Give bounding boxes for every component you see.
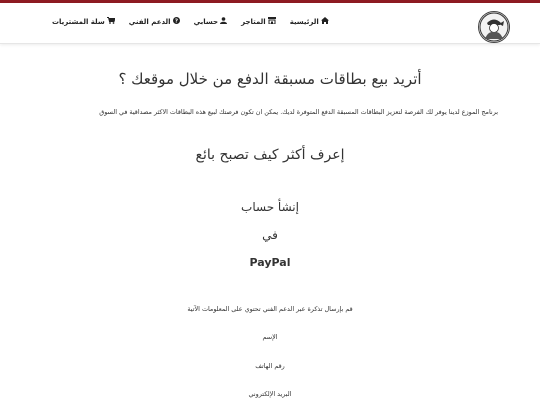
site-logo[interactable] [478,11,510,43]
main-nav: الرئيسية المتاجر حسابي ? الدعم الفني سلة… [38,17,329,26]
svg-text:?: ? [174,19,177,24]
user-icon [220,17,228,26]
field-phone: رقم الهاتف [255,362,285,370]
page-heading: أتريد بيع بطاقات مسبقة الدفع من خلال موق… [118,70,422,88]
nav-cart-label: سلة المشتريات [52,17,105,26]
store-icon [267,17,276,26]
in-text: في [262,228,278,242]
field-email: البريد الإلكتروني [248,390,292,398]
logo-icon [479,12,509,42]
nav-support-label: الدعم الفني [128,17,171,26]
navbar: الرئيسية المتاجر حسابي ? الدعم الفني سلة… [0,3,540,44]
nav-support[interactable]: ? الدعم الفني [129,17,180,26]
intro-text: برنامج الموزع لدينا يوفر لك الفرصة لتعزي… [99,108,498,116]
field-name: الإسم [262,333,278,341]
ticket-instructions: قم بإرسال تذكرة عبر الدعم الفني تحتوي عل… [187,305,353,313]
nav-account[interactable]: حسابي [194,17,228,26]
create-account-heading: إنشأ حساب [241,200,299,214]
nav-account-label: حسابي [193,17,219,26]
nav-stores[interactable]: المتاجر [241,17,276,26]
nav-stores-label: المتاجر [241,17,266,26]
nav-home[interactable]: الرئيسية [290,17,329,26]
learn-heading: إعرف أكثر كيف تصبح بائع [195,147,345,163]
cart-icon [106,17,116,26]
nav-cart[interactable]: سلة المشتريات [52,17,116,26]
nav-home-label: الرئيسية [289,17,319,26]
paypal-text: PayPal [249,256,291,269]
home-icon [320,17,329,26]
question-circle-icon: ? [172,17,180,26]
